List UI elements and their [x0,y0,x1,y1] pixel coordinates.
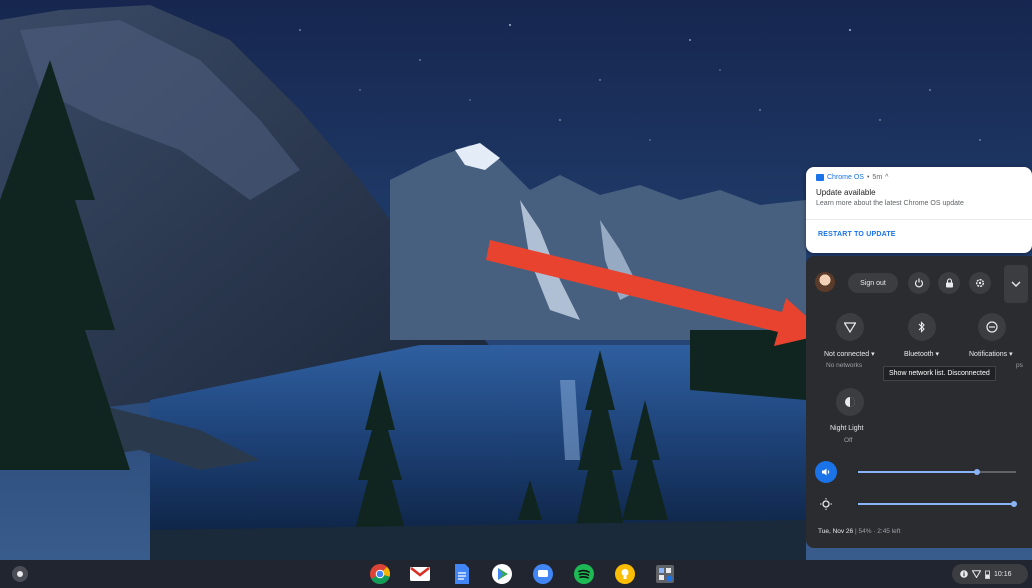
brightness-slider-thumb[interactable] [1011,501,1018,507]
system-tray-menu: Sign out Not connected ▾ No networks Blu… [806,256,1032,548]
docs-icon[interactable] [451,563,473,585]
clock-label: 10:16 [994,570,1012,578]
info-icon [960,570,968,578]
chrome-os-app-icon [816,174,824,181]
lock-icon[interactable] [938,272,960,294]
date-label[interactable]: Tue, Nov 26 [818,528,853,535]
bluetooth-icon[interactable] [908,313,936,341]
notification-message: Learn more about the latest Chrome OS up… [816,200,964,207]
brightness-icon [815,493,837,515]
volume-slider-fill [858,471,977,473]
notifications-sublabel: ps [1016,362,1023,369]
do-not-disturb-icon[interactable] [978,313,1006,341]
power-icon[interactable] [908,272,930,294]
files-icon[interactable] [654,563,676,585]
update-notification[interactable]: Chrome OS • 5m ^ Update available Learn … [806,167,1032,253]
brightness-slider-fill [858,503,1015,505]
night-light-label[interactable]: Night Light [830,425,863,432]
launcher-button[interactable] [12,566,28,582]
tray-status-line: Tue, Nov 26 | 54% · 2:45 left [818,528,900,535]
notification-app-name: Chrome OS [827,174,864,181]
shelf: 10:16 [0,560,1032,588]
volume-slider[interactable] [858,469,1016,475]
notification-header: Chrome OS • 5m ^ [816,174,888,181]
bluetooth-label[interactable]: Bluetooth ▾ [904,350,939,358]
notification-separator: • [866,174,870,181]
chevron-down-icon[interactable] [1004,265,1028,303]
spotify-icon[interactable] [573,563,595,585]
messages-icon[interactable] [532,563,554,585]
volume-slider-thumb[interactable] [973,469,980,475]
notification-time: 5m [872,174,883,181]
night-light-icon[interactable] [836,388,864,416]
play-store-icon[interactable] [491,563,513,585]
settings-icon[interactable] [969,272,991,294]
notifications-label[interactable]: Notifications ▾ [969,350,1013,358]
volume-icon[interactable] [815,461,837,483]
network-label[interactable]: Not connected ▾ [824,350,875,358]
wifi-status-icon [972,570,981,578]
gmail-icon[interactable] [409,563,431,585]
night-light-sublabel: Off [844,437,853,444]
notification-title: Update available [816,188,876,197]
keep-icon[interactable] [614,563,636,585]
status-area-button[interactable]: 10:16 [952,564,1028,584]
battery-icon [985,570,990,579]
restart-to-update-button[interactable]: RESTART TO UPDATE [818,231,896,238]
chevron-up-icon[interactable]: ^ [885,174,888,181]
notification-divider [806,219,1032,220]
battery-label: 54% · 2:45 left [858,528,901,535]
network-sublabel: No networks [826,362,863,369]
brightness-slider[interactable] [858,501,1018,507]
wifi-icon[interactable] [836,313,864,341]
chromeos-desktop: Chrome OS • 5m ^ Update available Learn … [0,0,1032,588]
chrome-icon[interactable] [369,563,391,585]
sign-out-button[interactable]: Sign out [848,273,898,293]
network-tooltip: Show network list. Disconnected [883,366,996,381]
user-avatar[interactable] [815,272,835,292]
